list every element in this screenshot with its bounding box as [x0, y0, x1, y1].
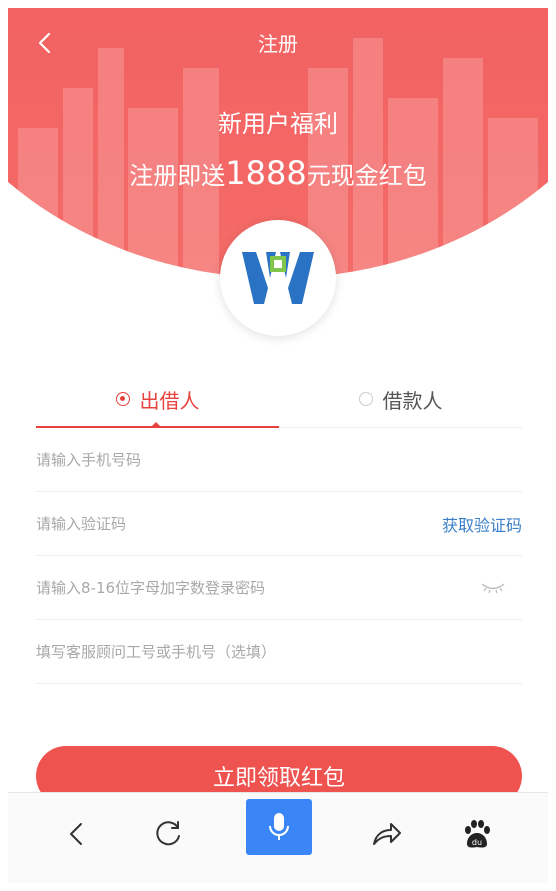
back-icon — [70, 823, 82, 845]
tab-caret-icon — [152, 422, 160, 426]
advisor-id-input[interactable] — [36, 640, 416, 664]
page-title: 注册 — [258, 32, 298, 56]
promo-heading: 新用户福利 — [218, 110, 338, 138]
tab-lender-label: 出借人 — [139, 388, 200, 413]
tab-borrower[interactable]: 借款人 — [279, 370, 522, 428]
promo-amount: 1888 — [225, 154, 307, 192]
code-row: 获取验证码 — [36, 492, 522, 556]
verification-code-input[interactable] — [36, 512, 416, 536]
password-input[interactable] — [36, 576, 416, 600]
baidu-paw-icon: du — [465, 820, 490, 848]
promo-subheading: 注册即送1888元现金红包 — [8, 154, 548, 192]
tab-lender[interactable]: 出借人 — [36, 370, 279, 428]
top-nav-bar: 注册 — [8, 22, 548, 62]
share-icon — [373, 823, 401, 845]
toggle-password-visibility[interactable] — [480, 578, 506, 596]
role-tabs: 出借人 借款人 — [36, 370, 522, 428]
phone-row — [36, 428, 522, 492]
browser-toolbar: du — [8, 792, 548, 883]
promo-suffix: 元现金红包 — [306, 162, 427, 190]
promo-prefix: 注册即送 — [129, 162, 226, 190]
radio-unselected-icon — [358, 392, 373, 406]
refresh-icon — [156, 821, 180, 846]
browser-back-button[interactable] — [50, 807, 104, 861]
registration-page: 注册 新用户福利 注册即送1888元现金红包 出借人 借款人 请输入手机号码 请… — [8, 8, 548, 883]
phone-input[interactable] — [36, 448, 416, 472]
radio-selected-icon — [115, 392, 130, 406]
browser-share-button[interactable] — [360, 807, 414, 861]
company-logo — [220, 220, 336, 336]
microphone-icon — [269, 813, 289, 840]
baidu-button[interactable]: du — [450, 807, 504, 861]
browser-refresh-button[interactable] — [142, 807, 196, 861]
get-code-button[interactable]: 获取验证码 — [442, 512, 522, 536]
password-row — [36, 556, 522, 620]
logo-mark-icon — [242, 252, 314, 304]
tab-borrower-label: 借款人 — [382, 388, 443, 413]
voice-input-button[interactable] — [246, 799, 312, 855]
svg-text:du: du — [472, 838, 482, 847]
eye-closed-icon — [481, 583, 505, 594]
advisor-row — [36, 620, 522, 684]
